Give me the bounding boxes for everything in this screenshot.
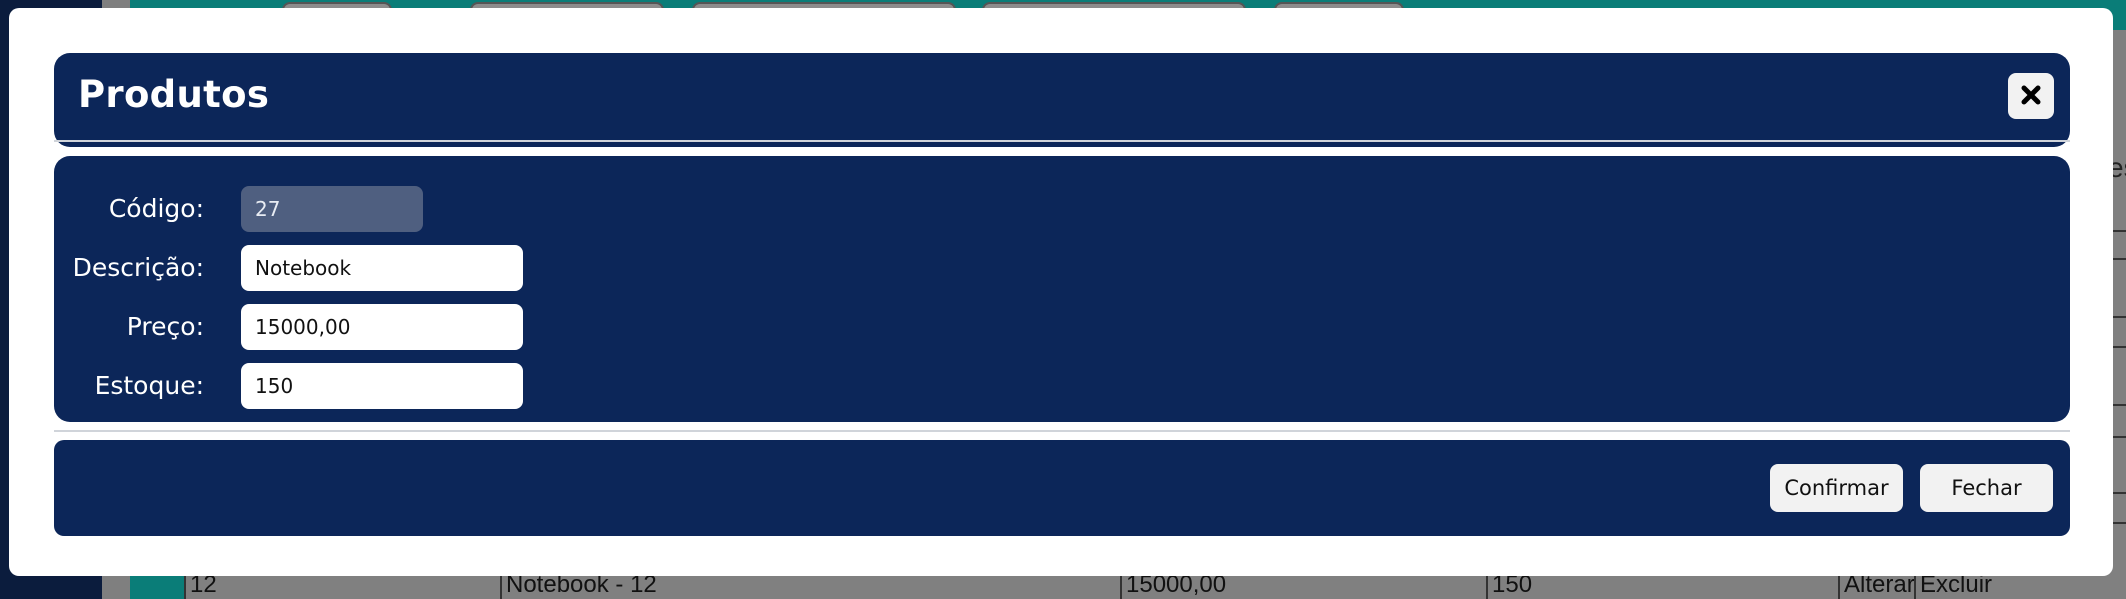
product-modal: Produtos Código: Descrição: Preço: Estoq… (9, 8, 2113, 576)
code-input[interactable] (241, 186, 423, 232)
confirm-button[interactable]: Confirmar (1770, 464, 1903, 512)
description-label: Descrição: (72, 253, 204, 282)
header-divider (54, 140, 2070, 142)
price-input[interactable] (241, 304, 523, 350)
description-input[interactable] (241, 245, 523, 291)
modal-header: Produtos (54, 53, 2070, 147)
code-label: Código: (108, 194, 204, 223)
body-divider (54, 430, 2070, 432)
stock-input[interactable] (241, 363, 523, 409)
close-icon (2020, 84, 2042, 109)
price-label: Preço: (126, 312, 204, 341)
close-modal-button[interactable]: Fechar (1920, 464, 2053, 512)
modal-form: Código: Descrição: Preço: Estoque: (54, 156, 2070, 422)
field-row-description: Descrição: (54, 245, 654, 291)
modal-footer: Confirmar Fechar (54, 440, 2070, 536)
stock-label: Estoque: (94, 371, 204, 400)
field-row-code: Código: (54, 186, 654, 232)
field-row-stock: Estoque: (54, 363, 654, 409)
close-button[interactable] (2008, 73, 2054, 119)
field-row-price: Preço: (54, 304, 654, 350)
modal-title: Produtos (78, 73, 270, 116)
